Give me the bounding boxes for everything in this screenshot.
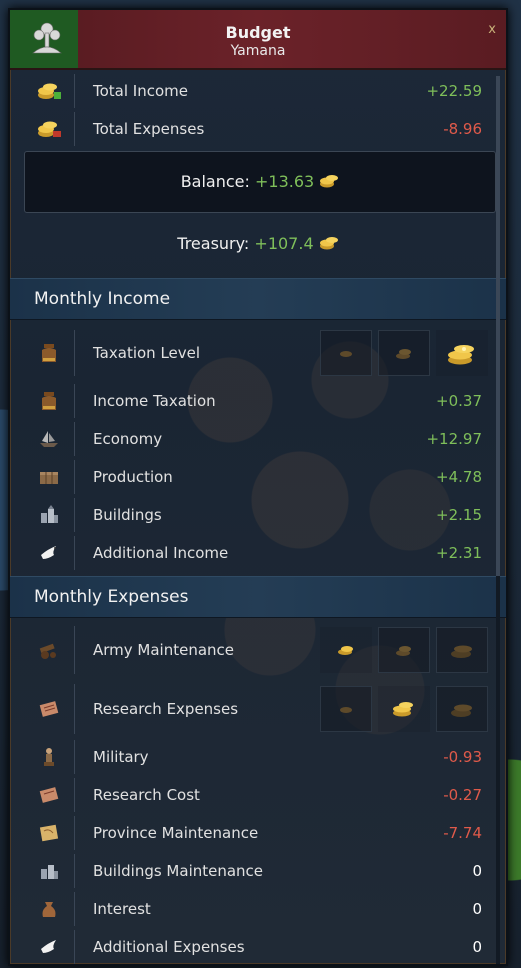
army-level-high[interactable] xyxy=(436,627,488,673)
nation-name: Yamana xyxy=(230,43,286,59)
additional-income-value: +2.31 xyxy=(436,544,482,562)
buildings-value: +2.15 xyxy=(436,506,482,524)
treasury-line: Treasury: +107.4 xyxy=(10,234,506,255)
income-taxation-value: +0.37 xyxy=(436,392,482,410)
additional-expenses-label: Additional Expenses xyxy=(93,938,245,956)
income-row: Economy +12.97 xyxy=(24,422,494,456)
monthly-income-title: Monthly Income xyxy=(34,289,171,309)
taxation-level-selector xyxy=(320,330,488,376)
army-maintenance-selector xyxy=(320,627,488,673)
monthly-expenses-title: Monthly Expenses xyxy=(34,587,189,607)
ship-icon xyxy=(24,422,75,456)
province-maintenance-value: -7.74 xyxy=(443,824,482,842)
expense-row: Military -0.93 xyxy=(24,740,494,774)
panel-header: Budget Yamana x xyxy=(10,10,506,70)
research-expenses-selector xyxy=(320,686,488,732)
balance-line: Balance: +13.63 xyxy=(25,172,495,193)
total-expenses-label: Total Expenses xyxy=(93,120,205,138)
research-level-medium[interactable] xyxy=(378,686,430,732)
map-icon xyxy=(24,816,75,850)
income-row: Income Taxation +0.37 xyxy=(24,384,494,418)
research-expenses-row: Research Expenses xyxy=(24,684,494,734)
gold-coins-icon xyxy=(319,235,339,255)
monthly-expenses-header: Monthly Expenses xyxy=(10,576,506,618)
tax-level-medium[interactable] xyxy=(378,330,430,376)
interest-value: 0 xyxy=(472,900,482,918)
army-maintenance-label: Army Maintenance xyxy=(93,641,235,659)
taxation-level-label: Taxation Level xyxy=(93,344,201,362)
scroll-icon xyxy=(24,778,75,812)
additional-income-label: Additional Income xyxy=(93,544,229,562)
monthly-income-header: Monthly Income xyxy=(10,278,506,320)
money-bag-icon xyxy=(24,330,75,376)
soldier-icon xyxy=(24,740,75,774)
dove-icon xyxy=(24,536,75,570)
total-income-row: Total Income +22.59 xyxy=(24,74,494,108)
military-value: -0.93 xyxy=(443,748,482,766)
scrollbar[interactable] xyxy=(496,76,500,964)
total-income-label: Total Income xyxy=(93,82,188,100)
research-cost-value: -0.27 xyxy=(443,786,482,804)
income-taxation-label: Income Taxation xyxy=(93,392,216,410)
cannon-icon xyxy=(24,626,75,674)
income-row: Production +4.78 xyxy=(24,460,494,494)
expense-row: Additional Expenses 0 xyxy=(24,930,494,964)
close-button[interactable]: x xyxy=(488,22,496,37)
money-bag-icon xyxy=(24,384,75,418)
total-income-value: +22.59 xyxy=(426,82,482,100)
research-level-high[interactable] xyxy=(436,686,488,732)
economy-value: +12.97 xyxy=(426,430,482,448)
crate-icon xyxy=(24,460,75,494)
research-expenses-label: Research Expenses xyxy=(93,700,239,718)
budget-panel: Budget Yamana x Total Income +22.59 Tota… xyxy=(8,8,508,966)
dove-icon xyxy=(24,930,75,964)
expense-row: Research Cost -0.27 xyxy=(24,778,494,812)
treasury-value: +107.4 xyxy=(254,234,314,253)
balance-label: Balance: xyxy=(180,172,250,191)
production-label: Production xyxy=(93,468,173,486)
production-value: +4.78 xyxy=(436,468,482,486)
research-level-low[interactable] xyxy=(320,686,372,732)
panel-title: Budget xyxy=(225,23,291,42)
buildings-maintenance-value: 0 xyxy=(472,862,482,880)
gold-coins-plus-icon xyxy=(24,74,75,108)
economy-label: Economy xyxy=(93,430,163,448)
army-level-medium[interactable] xyxy=(378,627,430,673)
gold-coins-icon xyxy=(319,173,339,193)
tax-level-high[interactable] xyxy=(436,330,488,376)
gold-coins-minus-icon xyxy=(24,112,75,146)
buildings-icon xyxy=(24,498,75,532)
military-label: Military xyxy=(93,748,149,766)
balance-value: +13.63 xyxy=(254,172,315,191)
buildings-label: Buildings xyxy=(93,506,162,524)
taxation-level-row: Taxation Level xyxy=(24,330,494,376)
tax-level-low[interactable] xyxy=(320,330,372,376)
expense-row: Buildings Maintenance 0 xyxy=(24,854,494,888)
army-level-low[interactable] xyxy=(320,627,372,673)
expense-row: Province Maintenance -7.74 xyxy=(24,816,494,850)
income-row: Buildings +2.15 xyxy=(24,498,494,532)
expense-row: Interest 0 xyxy=(24,892,494,926)
income-row: Additional Income +2.31 xyxy=(24,536,494,570)
balance-box: Balance: +13.63 xyxy=(24,151,496,213)
treasury-label: Treasury: xyxy=(177,234,250,253)
sack-icon xyxy=(24,892,75,926)
army-maintenance-row: Army Maintenance xyxy=(24,626,494,674)
additional-expenses-value: 0 xyxy=(472,938,482,956)
scrollbar-thumb[interactable] xyxy=(496,76,500,576)
buildings-icon xyxy=(24,854,75,888)
scroll-icon xyxy=(24,684,75,734)
total-expenses-value: -8.96 xyxy=(443,120,482,138)
buildings-maintenance-label: Buildings Maintenance xyxy=(93,862,264,880)
province-maintenance-label: Province Maintenance xyxy=(93,824,259,842)
research-cost-label: Research Cost xyxy=(93,786,200,804)
interest-label: Interest xyxy=(93,900,151,918)
total-expenses-row: Total Expenses -8.96 xyxy=(24,112,494,146)
